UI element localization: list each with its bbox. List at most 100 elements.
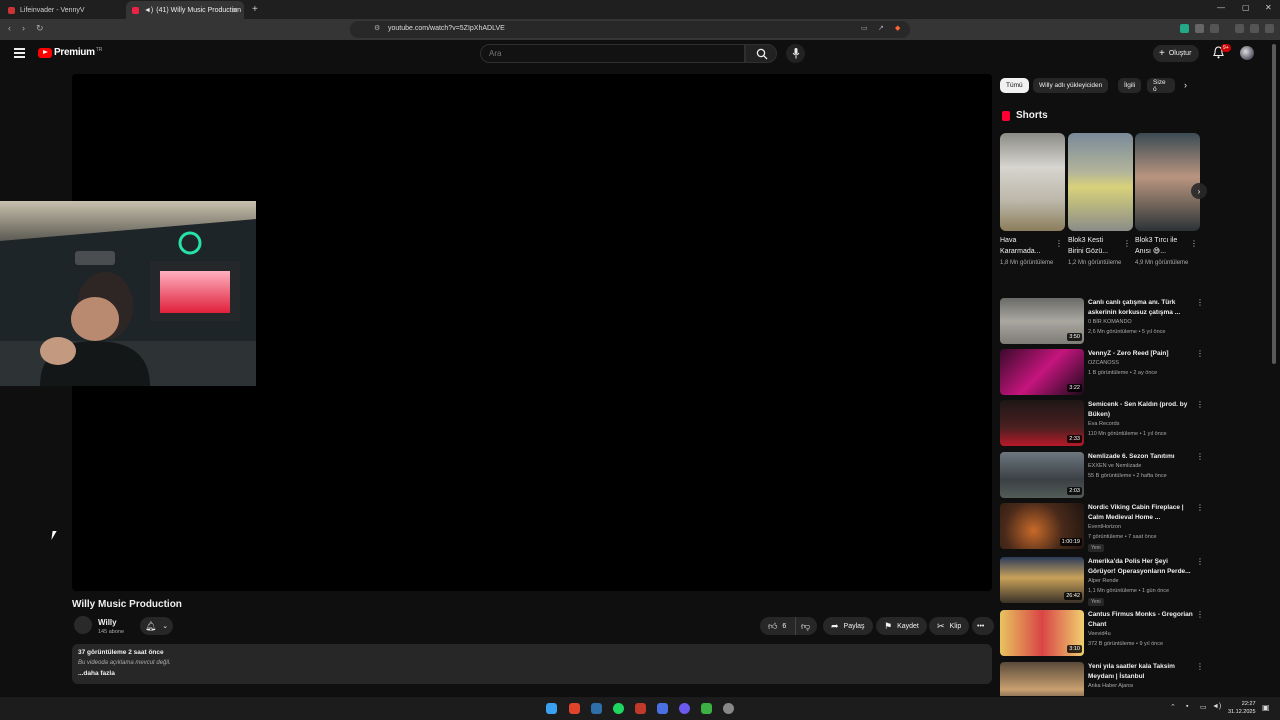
clip-button[interactable]: ✂ Klip xyxy=(929,617,970,635)
search-button[interactable] xyxy=(745,44,777,63)
share-page-icon[interactable]: ↗ xyxy=(878,24,884,32)
close-window-icon[interactable]: ✕ xyxy=(1265,3,1272,12)
brave-browser-icon[interactable] xyxy=(569,703,580,714)
share-button[interactable]: ➦ Paylaş xyxy=(823,617,873,635)
more-vertical-icon[interactable]: ⋮ xyxy=(1196,349,1204,358)
more-actions-button[interactable]: ••• xyxy=(972,617,994,635)
site-info-icon[interactable]: ⚙ xyxy=(374,24,380,32)
steam-icon[interactable] xyxy=(591,703,602,714)
more-vertical-icon[interactable]: ⋮ xyxy=(1196,400,1204,409)
channel-avatar[interactable] xyxy=(74,616,92,634)
recommended-video[interactable]: 3:10 Cantus Firmus Monks - Gregorian Cha… xyxy=(1000,610,1205,656)
more-vertical-icon[interactable]: ⋮ xyxy=(1196,662,1204,671)
app-icon[interactable] xyxy=(657,703,668,714)
video-meta: 1,1 Mn görüntüleme • 1 gün önce xyxy=(1088,588,1170,594)
recommended-video[interactable]: 3:22 VennyZ - Zero Reed [Pain] OZCANOSS … xyxy=(1000,349,1205,395)
browser-tab-bar: Lifeinvader - VennyV ◄) (41) Willy Music… xyxy=(0,0,1280,19)
more-vertical-icon[interactable]: ⋮ xyxy=(1196,503,1204,512)
search-input[interactable]: Ara xyxy=(480,44,745,63)
account-avatar[interactable] xyxy=(1240,46,1254,60)
recommended-video[interactable]: Yeni yıla saatler kala Taksim Meydanı | … xyxy=(1000,662,1205,696)
video-title: Cantus Firmus Monks - Gregorian Chant xyxy=(1088,611,1193,628)
hamburger-menu-icon[interactable] xyxy=(14,48,25,60)
new-badge: Yeni xyxy=(1088,544,1104,552)
search-icon xyxy=(756,48,768,60)
forward-icon[interactable]: › xyxy=(22,23,25,33)
chevron-down-icon: ⌄ xyxy=(162,623,169,630)
new-badge: Yeni xyxy=(1088,598,1104,606)
recommended-video[interactable]: 3:50 Canlı canlı çatışma anı. Türk asker… xyxy=(1000,298,1205,344)
channel-name: Anka Haber Ajansı xyxy=(1088,683,1134,689)
maximize-icon[interactable]: ▢ xyxy=(1242,3,1250,12)
recommended-video[interactable]: 2:03 Nemlizade 6. Sezon Tanıtımı EXXEN v… xyxy=(1000,452,1205,498)
taskbar-clock[interactable]: 22:27 31.12.2025 xyxy=(1228,700,1256,716)
channel-name: Veevid4u xyxy=(1088,631,1111,637)
settings-gear-icon[interactable] xyxy=(723,703,734,714)
spotify-icon[interactable] xyxy=(613,703,624,714)
cast-icon[interactable]: ▭ xyxy=(861,24,868,32)
discord-icon[interactable] xyxy=(679,703,690,714)
save-button[interactable]: ⚑ Kaydet xyxy=(876,617,927,635)
reload-icon[interactable]: ↻ xyxy=(36,23,44,34)
windows-start-icon[interactable] xyxy=(546,703,557,714)
extension-puzzle-icon[interactable] xyxy=(1195,24,1204,33)
wallet-icon[interactable] xyxy=(1250,24,1259,33)
browser-tab[interactable]: Lifeinvader - VennyV xyxy=(2,1,120,19)
share-icon: ➦ xyxy=(831,620,839,631)
more-vertical-icon[interactable]: ⋮ xyxy=(1123,239,1131,248)
more-vertical-icon[interactable]: ⋮ xyxy=(1196,610,1204,619)
recommended-video[interactable]: 1:00:19 Nordic Viking Cabin Fireplace | … xyxy=(1000,503,1205,552)
sidebar-icon[interactable] xyxy=(1210,24,1219,33)
browser-tab-active[interactable]: ◄) (41) Willy Music Production ✕ xyxy=(126,1,244,19)
browser-menu-icon[interactable] xyxy=(1265,24,1274,33)
extension-icon[interactable] xyxy=(1180,24,1189,33)
dislike-button[interactable]: 👎︎ xyxy=(795,617,817,635)
terminal-icon[interactable] xyxy=(701,703,712,714)
tray-app-icon[interactable]: ▪ xyxy=(1186,703,1188,710)
brave-shield-icon[interactable]: ◆ xyxy=(895,24,900,32)
new-tab-button[interactable]: + xyxy=(252,4,258,15)
tab-favicon-icon xyxy=(8,6,15,14)
minimize-icon[interactable]: — xyxy=(1217,3,1225,12)
page-scrollbar[interactable] xyxy=(1272,44,1276,364)
tray-chevron-icon[interactable]: ⌃ xyxy=(1170,703,1176,711)
more-vertical-icon[interactable]: ⋮ xyxy=(1196,557,1204,566)
share-label: Paylaş xyxy=(843,622,865,630)
volume-icon[interactable]: ◄) xyxy=(1212,703,1221,710)
back-icon[interactable]: ‹ xyxy=(8,23,11,33)
short-item[interactable]: Blok3 Kesti Birini Gözü... 1,2 Mn görünt… xyxy=(1068,133,1133,268)
subscription-bell-button[interactable]: 🔔︎ ⌄ xyxy=(140,617,173,635)
chip-all[interactable]: Tümü xyxy=(1000,78,1029,93)
fivem-icon[interactable] xyxy=(635,703,646,714)
more-vertical-icon[interactable]: ⋮ xyxy=(1190,239,1198,248)
create-button[interactable]: + Oluştur xyxy=(1153,45,1200,62)
notification-center-icon[interactable]: ▣ xyxy=(1262,703,1270,712)
video-meta: 55 B görüntüleme • 2 hafta önce xyxy=(1088,473,1167,479)
chevron-right-icon[interactable]: › xyxy=(1184,80,1187,90)
tab-title: (41) Willy Music Production xyxy=(156,6,242,14)
channel-name[interactable]: Willy xyxy=(98,618,117,627)
youtube-premium-logo[interactable]: Premium TR xyxy=(38,47,102,58)
chip-for-you[interactable]: Size ö xyxy=(1147,78,1175,93)
view-count-date: 37 görüntüleme 2 saat önce xyxy=(78,649,164,656)
like-button[interactable]: 👍︎ 6 xyxy=(760,617,795,635)
more-vertical-icon[interactable]: ⋮ xyxy=(1196,452,1204,461)
media-icon[interactable] xyxy=(1235,24,1244,33)
channel-name: Eva Records xyxy=(1088,421,1120,427)
chip-from-uploader[interactable]: Willy adlı yükleyiciden xyxy=(1033,78,1109,93)
address-bar[interactable]: ⚙ youtube.com/watch?v=5ZIpXhADLVE ▭ ↗ ◆ xyxy=(350,21,910,38)
recommended-video[interactable]: 2:33 Semicenk - Sen Kaldın (prod. by Bük… xyxy=(1000,400,1205,446)
short-item[interactable]: Hava Kararmada... 1,8 Mn görüntüleme ⋮ xyxy=(1000,133,1065,268)
short-item[interactable]: Blok3 Tırcı ile Anısı 😅... 4,9 Mn görünt… xyxy=(1135,133,1200,268)
voice-search-button[interactable] xyxy=(786,44,805,63)
shorts-next-button[interactable]: › xyxy=(1191,183,1207,199)
network-icon[interactable]: ▭ xyxy=(1200,703,1207,711)
show-more-link[interactable]: ...daha fazla xyxy=(78,670,115,677)
chip-related[interactable]: İlgili xyxy=(1118,78,1142,93)
close-tab-icon[interactable]: ✕ xyxy=(231,6,238,15)
more-vertical-icon[interactable]: ⋮ xyxy=(1196,298,1204,307)
thumbs-down-icon: 👎︎ xyxy=(801,620,811,631)
recommended-video[interactable]: 26:42 Amerika'da Polis Her Şeyi Görüyor!… xyxy=(1000,557,1205,606)
description-box[interactable]: 37 görüntüleme 2 saat önce Bu videoda aç… xyxy=(72,644,992,684)
more-vertical-icon[interactable]: ⋮ xyxy=(1055,239,1063,248)
